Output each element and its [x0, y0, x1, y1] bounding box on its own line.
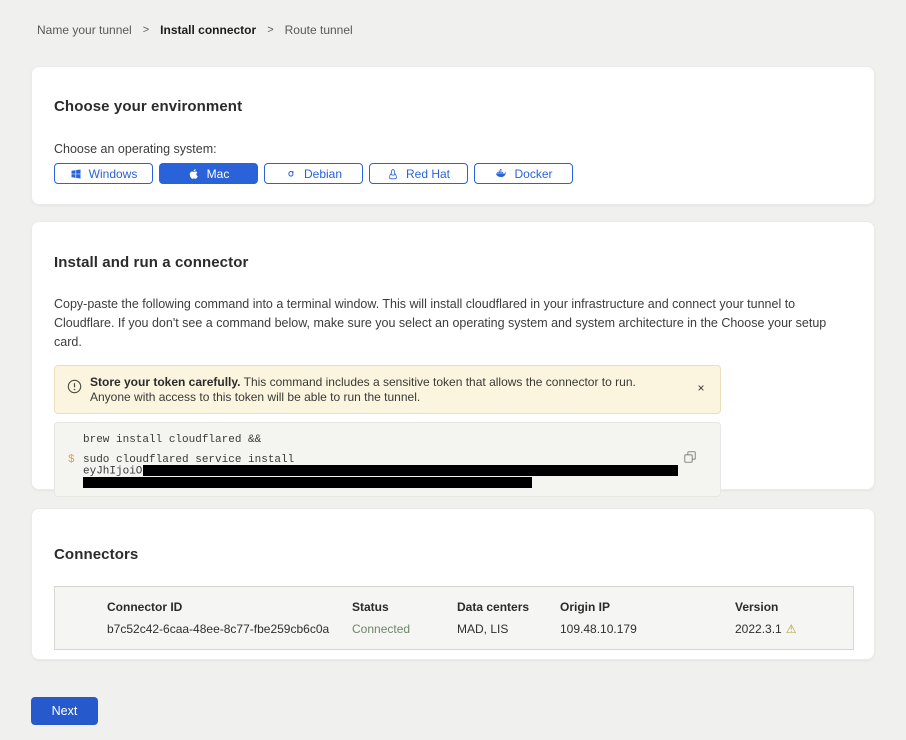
os-button-docker[interactable]: Docker [474, 163, 573, 184]
breadcrumb-install-connector[interactable]: Install connector [160, 23, 256, 37]
breadcrumb-separator: > [267, 24, 273, 36]
connectors-card-title: Connectors [54, 546, 852, 563]
header-status: Status [352, 600, 457, 614]
version-value: 2022.3.1⚠ [735, 622, 796, 636]
status-badge: Connected [352, 622, 457, 636]
token-line: eyJhIjoiO [83, 465, 678, 477]
close-icon[interactable]: × [693, 380, 709, 396]
version-warning-icon: ⚠ [786, 622, 797, 636]
breadcrumb-separator: > [143, 24, 149, 36]
info-circle-icon [67, 379, 82, 398]
docker-whale-icon [494, 168, 507, 180]
redacted-token-bar [83, 477, 532, 488]
os-button-mac[interactable]: Mac [159, 163, 258, 184]
os-button-debian[interactable]: Debian [264, 163, 363, 184]
environment-card-title: Choose your environment [54, 98, 852, 115]
token-prefix: eyJhIjoiO [83, 465, 142, 477]
breadcrumb-route-tunnel[interactable]: Route tunnel [285, 23, 353, 37]
command-line-brew: brew install cloudflared && [83, 434, 261, 446]
token-warning-banner: Store your token carefully. This command… [54, 365, 721, 414]
connectors-card: Connectors Connector ID Status Data cent… [31, 508, 875, 660]
tunnel-setup-page: Name your tunnel > Install connector > R… [0, 0, 906, 740]
breadcrumb-name-your-tunnel[interactable]: Name your tunnel [37, 23, 132, 37]
redacted-token-bar [143, 465, 678, 476]
os-button-label: Mac [207, 167, 230, 181]
os-button-label: Windows [89, 167, 138, 181]
header-origin-ip: Origin IP [560, 600, 735, 614]
copy-command-button[interactable] [681, 449, 699, 467]
token-line-2 [83, 477, 532, 489]
data-centers-value: MAD, LIS [457, 622, 560, 636]
breadcrumb: Name your tunnel > Install connector > R… [37, 23, 353, 37]
install-card-title: Install and run a connector [54, 254, 844, 271]
apple-icon [188, 168, 200, 180]
install-command-block: $ brew install cloudflared && sudo cloud… [54, 422, 721, 497]
environment-card: Choose your environment Choose an operat… [31, 66, 875, 205]
next-button[interactable]: Next [31, 697, 98, 725]
shell-prompt: $ [68, 454, 75, 466]
install-connector-card: Install and run a connector Copy-paste t… [31, 221, 875, 490]
origin-ip-value: 109.48.10.179 [560, 622, 735, 636]
table-header-row: Connector ID Status Data centers Origin … [107, 600, 853, 614]
os-button-redhat[interactable]: Red Hat [369, 163, 468, 184]
os-select-label: Choose an operating system: [54, 142, 852, 156]
os-button-label: Docker [514, 167, 552, 181]
connectors-table: Connector ID Status Data centers Origin … [54, 586, 854, 650]
red-hat-icon [387, 168, 399, 180]
windows-icon [70, 168, 82, 180]
os-button-label: Red Hat [406, 167, 450, 181]
install-card-description: Copy-paste the following command into a … [54, 295, 844, 352]
os-button-windows[interactable]: Windows [54, 163, 153, 184]
header-connector-id: Connector ID [107, 600, 352, 614]
header-data-centers: Data centers [457, 600, 560, 614]
connector-id-value: b7c52c42-6caa-48ee-8c77-fbe259cb6c0a [107, 622, 352, 636]
os-button-group: Windows Mac Debian Red Hat [54, 163, 852, 184]
header-version: Version [735, 600, 778, 614]
table-row: b7c52c42-6caa-48ee-8c77-fbe259cb6c0a Con… [107, 622, 853, 636]
os-button-label: Debian [304, 167, 342, 181]
debian-swirl-icon [285, 168, 297, 180]
warning-title: Store your token carefully. [90, 375, 241, 389]
